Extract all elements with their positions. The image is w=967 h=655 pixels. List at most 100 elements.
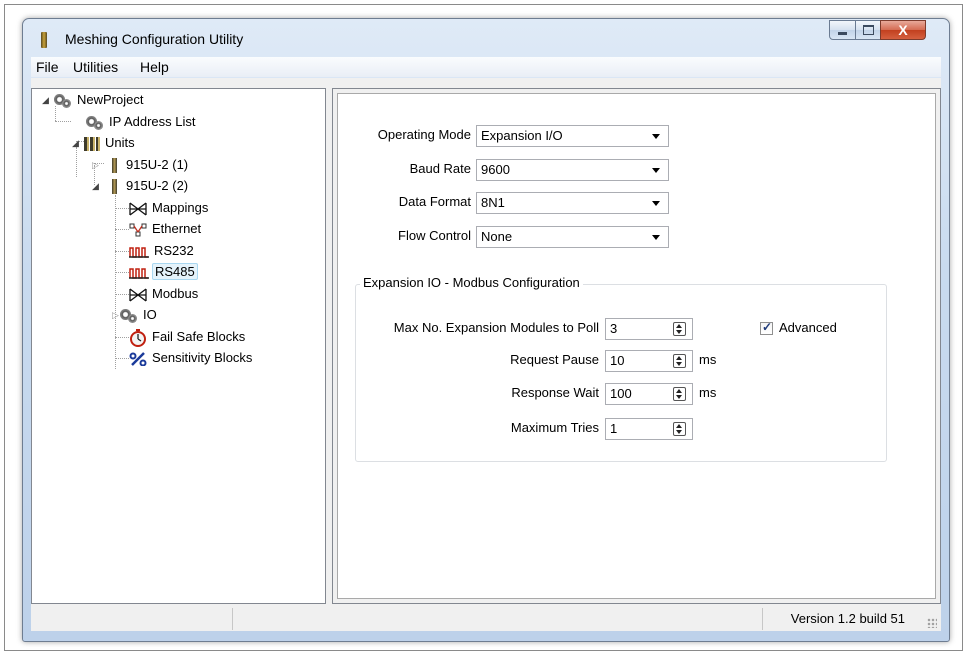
tree-node-unit-2[interactable]: ◢ 915U-2 (2) — [92, 177, 190, 195]
menu-utilities[interactable]: Utilities — [70, 59, 121, 75]
spin-arrows-icon[interactable] — [673, 422, 686, 436]
collapse-icon[interactable]: ◢ — [72, 134, 79, 152]
chevron-down-icon — [652, 235, 660, 240]
spin-arrows-icon[interactable] — [673, 354, 686, 368]
config-panel-inner: Operating Mode Expansion I/O Baud Rate 9… — [337, 93, 936, 599]
resize-grip-icon[interactable] — [927, 618, 937, 628]
flow-control-select[interactable]: None — [476, 226, 669, 248]
close-button[interactable]: X — [880, 20, 926, 40]
data-format-label: Data Format — [398, 194, 471, 209]
tree-node-fail-safe-blocks[interactable]: Fail Safe Blocks — [129, 328, 247, 347]
config-panel: Operating Mode Expansion I/O Baud Rate 9… — [332, 88, 941, 604]
baud-rate-value: 9600 — [481, 162, 510, 177]
client-area: ◢ NewProject IP Address List ◢ Units ▷ 9… — [31, 78, 941, 631]
advanced-checkbox[interactable]: ✓ — [760, 320, 773, 335]
tree-label-selected: RS485 — [152, 263, 198, 280]
request-pause-stepper[interactable]: 10 — [605, 350, 693, 372]
tree-node-io[interactable]: ▷ IO — [112, 306, 159, 324]
max-tries-label: Maximum Tries — [510, 420, 599, 435]
project-tree[interactable]: ◢ NewProject IP Address List ◢ Units ▷ 9… — [31, 88, 326, 604]
baud-rate-select[interactable]: 9600 — [476, 159, 669, 181]
chevron-down-icon — [652, 134, 660, 139]
modbus-icon — [129, 288, 147, 302]
version-text: Version 1.2 build 51 — [790, 611, 905, 626]
status-cell-middle — [233, 608, 763, 630]
response-wait-value: 100 — [610, 386, 632, 401]
chevron-down-icon — [652, 201, 660, 206]
response-wait-unit: ms — [699, 385, 717, 400]
collapse-icon[interactable]: ◢ — [92, 177, 99, 195]
group-title: Expansion IO - Modbus Configuration — [360, 275, 583, 290]
maximize-icon — [862, 25, 874, 35]
max-modules-stepper[interactable]: 3 — [605, 318, 693, 340]
tree-node-mappings[interactable]: Mappings — [129, 199, 210, 217]
tree-node-rs232[interactable]: RS232 — [129, 242, 196, 260]
rs485-icon — [129, 267, 149, 279]
title-bar[interactable]: Meshing Configuration Utility X — [23, 19, 949, 57]
max-tries-stepper[interactable]: 1 — [605, 418, 693, 440]
tree-node-modbus[interactable]: Modbus — [129, 285, 200, 303]
tree-node-sensitivity-blocks[interactable]: Sensitivity Blocks — [129, 349, 254, 367]
response-wait-label: Response Wait — [511, 385, 599, 400]
tree-node-ethernet[interactable]: Ethernet — [129, 220, 203, 238]
flow-control-value: None — [481, 229, 513, 244]
tree-label: 915U-2 (1) — [126, 157, 189, 172]
tree-label: Units — [105, 135, 135, 150]
close-icon: X — [898, 22, 908, 38]
rs232-icon — [129, 246, 149, 258]
maximize-button[interactable] — [855, 20, 881, 40]
tree-label: RS232 — [154, 243, 194, 258]
app-window: Meshing Configuration Utility X File Uti… — [22, 18, 950, 642]
max-modules-label: Max No. Expansion Modules to Poll — [393, 320, 599, 335]
baud-rate-label: Baud Rate — [409, 161, 471, 176]
tree-label: Modbus — [152, 286, 199, 301]
minimize-icon — [838, 32, 847, 35]
max-modules-value: 3 — [610, 321, 618, 336]
tree-node-units[interactable]: ◢ Units — [72, 134, 137, 152]
menu-file[interactable]: File — [33, 59, 62, 75]
tree-label: Sensitivity Blocks — [152, 350, 253, 365]
response-wait-stepper[interactable]: 100 — [605, 383, 693, 405]
tree-label: 915U-2 (2) — [126, 178, 189, 193]
request-pause-value: 10 — [610, 353, 625, 368]
max-tries-value: 1 — [610, 421, 618, 436]
units-icon — [84, 136, 100, 151]
tree-node-unit-1[interactable]: ▷ 915U-2 (1) — [92, 156, 190, 174]
tree-label: IO — [143, 307, 157, 322]
chevron-down-icon — [652, 168, 660, 173]
flow-control-label: Flow Control — [398, 228, 471, 243]
io-gear-icon — [120, 308, 138, 324]
request-pause-label: Request Pause — [510, 352, 599, 367]
data-format-select[interactable]: 8N1 — [476, 192, 669, 214]
menu-bar: File Utilities Help — [31, 57, 941, 77]
unit-icon — [112, 179, 117, 195]
minimize-button[interactable] — [829, 20, 856, 40]
spin-arrows-icon[interactable] — [673, 322, 686, 336]
expand-icon[interactable]: ▷ — [92, 156, 99, 174]
unit-icon — [112, 158, 117, 174]
ip-list-gear-icon — [86, 115, 104, 131]
spin-arrows-icon[interactable] — [673, 387, 686, 401]
data-format-value: 8N1 — [481, 195, 505, 210]
window-title: Meshing Configuration Utility — [65, 31, 244, 47]
tree-label: Mappings — [152, 200, 209, 215]
expand-icon[interactable]: ▷ — [112, 306, 119, 324]
advanced-label: Advanced — [779, 320, 837, 335]
collapse-icon[interactable]: ◢ — [42, 91, 49, 109]
tree-label: IP Address List — [109, 114, 196, 129]
stopwatch-icon — [130, 328, 146, 347]
tree-node-newproject[interactable]: ◢ NewProject — [42, 91, 145, 109]
operating-mode-value: Expansion I/O — [481, 128, 563, 143]
project-gear-icon — [54, 93, 72, 109]
request-pause-unit: ms — [699, 352, 717, 367]
tree-node-ip-address-list[interactable]: IP Address List — [86, 113, 197, 131]
mappings-icon — [129, 202, 147, 216]
checkmark-icon: ✓ — [762, 320, 773, 334]
operating-mode-select[interactable]: Expansion I/O — [476, 125, 669, 147]
percent-icon — [129, 351, 147, 366]
menu-help[interactable]: Help — [137, 59, 172, 75]
tree-node-rs485[interactable]: RS485 — [129, 263, 198, 281]
status-bar: Version 1.2 build 51 — [31, 608, 941, 631]
app-icon — [41, 32, 47, 48]
tree-label: NewProject — [77, 92, 144, 107]
